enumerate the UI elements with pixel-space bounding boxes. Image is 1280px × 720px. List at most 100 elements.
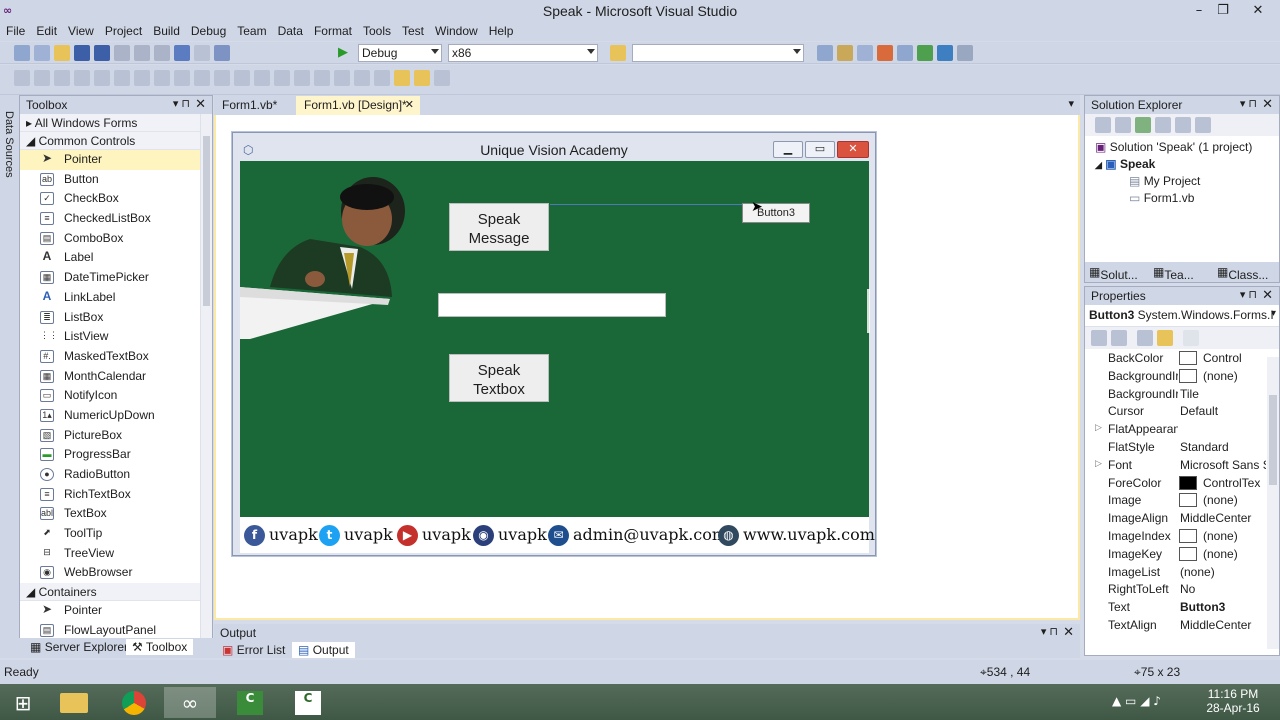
toolbox-icon[interactable] — [877, 45, 893, 61]
v-spacing-dec-icon[interactable] — [334, 70, 350, 86]
form-client-area[interactable]: Speak Message Speak Textbox Button3 ➤ — [240, 161, 870, 517]
property-row[interactable]: Cursor Default — [1085, 402, 1267, 420]
make-same-height-icon[interactable] — [174, 70, 190, 86]
toolbox-item-progressbar[interactable]: ▬ ProgressBar — [20, 445, 212, 465]
property-row[interactable]: ImageKey (none) — [1085, 545, 1267, 563]
tab-team-explorer[interactable]: ▦ Tea... — [1153, 265, 1194, 282]
align-tops-icon[interactable] — [94, 70, 110, 86]
property-value[interactable]: Tile — [1180, 387, 1266, 401]
property-row[interactable]: BackgroundIr Tile — [1085, 385, 1267, 403]
refresh-icon[interactable] — [1135, 117, 1151, 133]
collapse-all-icon[interactable] — [1095, 117, 1111, 133]
window-icon[interactable] — [957, 45, 973, 61]
menu-test[interactable]: Test — [396, 22, 429, 38]
close-icon[interactable]: ✕ — [1262, 96, 1273, 112]
v-spacing-inc-icon[interactable] — [314, 70, 330, 86]
toolbox-item-webbrowser[interactable]: ◉ WebBrowser — [20, 563, 212, 583]
solution-explorer-icon[interactable] — [817, 45, 833, 61]
tab-output[interactable]: ▤ Output — [292, 642, 355, 658]
toolbox-item-picturebox[interactable]: ▧ PictureBox — [20, 426, 212, 446]
tab-server-explorer[interactable]: ▦ Server Explorer — [30, 640, 128, 654]
toolbox-item-datetimepicker[interactable]: ▦ DateTimePicker — [20, 268, 212, 288]
redo-icon[interactable] — [194, 45, 210, 61]
expand-arrow-icon[interactable]: ◢ — [1095, 160, 1102, 170]
property-value[interactable]: Button3 — [1180, 600, 1266, 614]
message-textbox[interactable] — [438, 293, 666, 317]
property-value[interactable]: (none) — [1203, 547, 1267, 561]
property-row[interactable]: ImageIndex (none) — [1085, 527, 1267, 545]
group-containers[interactable]: ◢ Containers — [20, 583, 212, 602]
form-window[interactable]: ⬡ Unique Vision Academy ▁ ▭ ✕ Speak Messa… — [232, 132, 876, 556]
pin-icon[interactable]: ▾ ⊓ — [173, 97, 190, 110]
navigate-icon[interactable] — [214, 45, 230, 61]
tab-order-icon[interactable] — [434, 70, 450, 86]
align-centers-icon[interactable] — [54, 70, 70, 86]
h-spacing-inc-icon[interactable] — [254, 70, 270, 86]
properties-icon[interactable] — [837, 45, 853, 61]
configuration-combo[interactable]: Debug — [358, 44, 442, 62]
tab-solution-explorer[interactable]: ▦ Solut... — [1089, 265, 1138, 282]
form-close-button[interactable]: ✕ — [837, 141, 869, 158]
align-middles-icon[interactable] — [114, 70, 130, 86]
pin-icon[interactable]: ▾ ⊓ — [1240, 288, 1257, 301]
object-selector[interactable]: Button3 System.Windows.Forms.I ▾ — [1085, 305, 1279, 327]
toolbox-item-notifyicon[interactable]: ▭ NotifyIcon — [20, 386, 212, 406]
start-page-icon[interactable] — [917, 45, 933, 61]
menu-team[interactable]: Team — [231, 22, 271, 38]
tab-class-view[interactable]: ▦ Class... — [1217, 265, 1268, 282]
solution-node[interactable]: ▣ Solution 'Speak' (1 project) — [1095, 140, 1252, 154]
center-horizontally-icon[interactable] — [354, 70, 370, 86]
properties-view-icon[interactable] — [1137, 330, 1153, 346]
group-common-controls[interactable]: ◢ Common Controls — [20, 132, 212, 150]
property-row[interactable]: ForeColor ControlTex — [1085, 474, 1267, 492]
toolbox-item-textbox[interactable]: abl TextBox — [20, 504, 212, 524]
pin-icon[interactable]: ▾ ⊓ — [1041, 625, 1058, 638]
property-value[interactable]: MiddleCenter — [1180, 511, 1266, 525]
menu-tools[interactable]: Tools — [357, 22, 396, 38]
toolbox-item-label[interactable]: A Label — [20, 248, 212, 268]
visual-studio-taskbar[interactable]: ∞ — [164, 687, 216, 718]
show-all-files-icon[interactable] — [1115, 117, 1131, 133]
chrome-taskbar[interactable] — [108, 687, 160, 718]
expand-arrow-icon[interactable]: ▷ — [1095, 422, 1102, 433]
tab-error-list[interactable]: ▣ Error List — [222, 643, 285, 657]
chevron-down-icon[interactable]: ▾ — [1271, 308, 1276, 319]
align-to-grid-icon[interactable] — [14, 70, 30, 86]
toolbox-item-pointer[interactable]: ➤ Pointer — [20, 150, 212, 170]
maximize-button[interactable]: ❐ — [1212, 0, 1234, 22]
tools-icon[interactable] — [897, 45, 913, 61]
tab-toolbox[interactable]: ⚒ Toolbox — [126, 639, 194, 655]
expand-arrow-icon[interactable]: ▷ — [1095, 458, 1102, 469]
form-minimize-button[interactable]: ▁ — [773, 141, 803, 158]
make-same-width-icon[interactable] — [154, 70, 170, 86]
data-sources-label[interactable]: Data Sources — [3, 111, 15, 178]
center-vertically-icon[interactable] — [374, 70, 390, 86]
bring-to-front-icon[interactable] — [394, 70, 410, 86]
menu-file[interactable]: File — [0, 22, 30, 38]
toolbox-item-button[interactable]: ab Button — [20, 170, 212, 190]
toolbox-item-maskedtextbox[interactable]: #. MaskedTextBox — [20, 347, 212, 367]
property-value[interactable]: Control — [1203, 351, 1267, 365]
view-designer-icon[interactable] — [1175, 117, 1191, 133]
property-value[interactable]: ControlTex — [1203, 476, 1267, 490]
h-spacing-icon[interactable] — [234, 70, 250, 86]
project-node[interactable]: ◢ ▣ Speak — [1095, 157, 1155, 171]
menu-build[interactable]: Build — [147, 22, 185, 38]
clock[interactable]: 11:16 PM 28-Apr-16 — [1200, 687, 1266, 715]
speak-textbox-button[interactable]: Speak Textbox — [449, 354, 549, 402]
toolbox-item-listbox[interactable]: ≣ ListBox — [20, 308, 212, 328]
toolbox-item-radiobutton[interactable]: ● RadioButton — [20, 465, 212, 485]
toolbox-item-container-pointer[interactable]: ➤ Pointer — [20, 601, 212, 621]
property-row[interactable]: BackColor Control — [1085, 349, 1267, 367]
save-all-icon[interactable] — [94, 45, 110, 61]
toolbox-item-checkbox[interactable]: ✓ CheckBox — [20, 189, 212, 209]
property-row[interactable]: BackgroundIr (none) — [1085, 367, 1267, 385]
property-value[interactable]: MiddleCenter — [1180, 618, 1266, 632]
camtasia-taskbar[interactable]: C — [224, 687, 276, 718]
resize-handle[interactable] — [867, 289, 870, 333]
property-row[interactable]: TextAlign MiddleCenter — [1085, 616, 1267, 634]
pin-icon[interactable]: ▾ ⊓ — [1240, 97, 1257, 110]
h-spacing-dec-icon[interactable] — [274, 70, 290, 86]
find-combo[interactable] — [632, 44, 804, 62]
save-icon[interactable] — [74, 45, 90, 61]
